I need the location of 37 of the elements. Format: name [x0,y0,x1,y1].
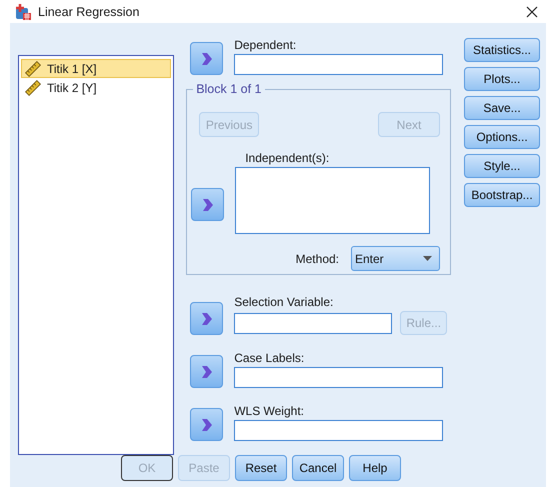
input-field[interactable] [234,54,443,75]
input-field[interactable] [234,312,392,334]
close-icon[interactable] [526,6,538,18]
field-label: WLS Weight: [234,404,305,418]
move-arrow-button[interactable] [190,355,224,388]
input-field[interactable] [234,420,443,441]
dialog-button[interactable]: Save... [464,96,540,120]
dialog-button[interactable]: Style... [464,154,540,178]
variable-item[interactable]: Titik 2 [Y] [21,78,172,97]
move-arrow-button[interactable] [190,42,224,75]
dialog-button[interactable]: Plots... [464,67,540,91]
field-label: Independent(s): [244,151,330,165]
dialog-button[interactable]: Bootstrap... [464,183,540,207]
move-arrow-button[interactable] [190,302,224,335]
move-arrow-button[interactable] [191,188,224,221]
dialog-button[interactable]: Reset [235,455,287,481]
field-label: Selection Variable: [234,295,334,309]
field-label: Case Labels: [234,351,306,365]
window-title: Linear Regression [38,4,140,18]
dialog-button[interactable]: Help [349,455,401,481]
group-legend: Block 1 of 1 [193,82,265,96]
variable-label: Titik 2 [Y] [47,80,97,94]
dialog-button[interactable]: Statistics... [464,38,540,62]
field-label: Dependent: [234,38,298,52]
variable-list[interactable]: Titik 1 [X] Titik 2 [Y] [18,55,174,455]
method-dropdown[interactable]: Enter [351,246,440,271]
move-arrow-button[interactable] [190,408,224,441]
input-field[interactable] [234,367,443,388]
variable-label: Titik 1 [X] [47,62,97,76]
dropdown-caret-icon [423,256,432,261]
ruler-icon [25,60,41,76]
method-label: Method: [296,252,339,266]
variable-item[interactable]: Titik 1 [X] [21,59,172,78]
app-icon [14,2,32,20]
dialog-button[interactable]: Cancel [292,455,344,481]
list-field[interactable] [235,167,430,234]
dialog-button[interactable]: Options... [464,125,540,149]
